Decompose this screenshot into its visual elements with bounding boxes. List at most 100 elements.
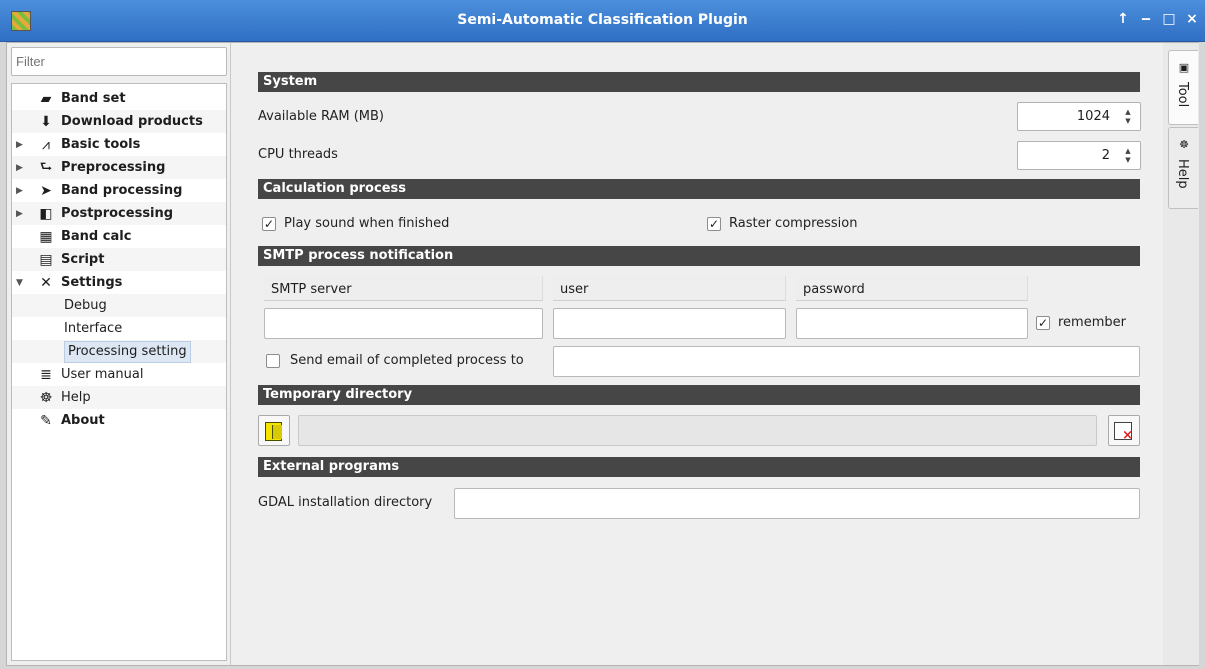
sidebar-item-label: Band set [61,90,126,106]
sidebar-item-label: Settings [61,274,123,290]
close-button[interactable]: × [1185,11,1199,27]
tool-tree: ▰ Band set ⬇ Download products ▶ ⩘ Basic tools… [11,83,227,661]
band-processing-icon: ➤ [40,182,52,199]
keep-above-button[interactable]: ↑ [1116,11,1130,27]
collapse-arrow-icon[interactable]: ▼ [16,278,26,288]
sidebar-item-script[interactable]: ▤ Script [12,248,226,271]
sidebar-item-label: Basic tools [61,136,141,152]
sidebar-item-band-calc[interactable]: ▦ Band calc [12,225,226,248]
sidebar-item-label: Band processing [61,182,183,198]
sidebar-item-about[interactable]: ✎ About [12,409,226,432]
sidebar-item-label: Postprocessing [61,205,174,221]
sidebar-item-interface[interactable]: Interface [12,317,226,340]
sidebar-item-postprocessing[interactable]: ▶ ◧ Postprocessing [12,202,226,225]
temp-dir-header: Temporary directory [258,385,1140,405]
open-directory-button[interactable] [258,415,290,446]
smtp-header: SMTP process notification [258,246,1140,266]
sidebar-item-label: Interface [64,320,123,336]
system-header: System [258,72,1140,92]
expand-arrow-icon[interactable]: ▶ [16,163,26,173]
expand-arrow-icon[interactable]: ▶ [16,186,26,196]
expand-arrow-icon[interactable]: ▶ [16,140,26,150]
sidebar-item-debug[interactable]: Debug [12,294,226,317]
sidebar-item-download-products[interactable]: ⬇ Download products [12,110,226,133]
dock-tabs: ▣ Tool ☸ Help [1163,43,1199,665]
sidebar-item-label: User manual [61,366,144,382]
sidebar-item-label: About [61,412,105,428]
cpu-label: CPU threads [258,147,338,162]
smtp-password-field[interactable] [796,308,1028,339]
reset-directory-button[interactable] [1108,415,1140,446]
ram-spinbox[interactable]: 1024 ▲ ▼ [1017,102,1141,131]
sidebar-item-label: Script [61,251,105,267]
gdal-directory-field[interactable] [454,488,1140,519]
smtp-server-label: SMTP server [264,276,543,301]
book-icon: ≣ [40,366,52,383]
gdal-label: GDAL installation directory [258,495,433,510]
remember-checkbox[interactable]: ✓ [1036,316,1050,330]
chart-icon: ⩘ [42,136,50,153]
pencil-icon: ✎ [40,412,52,429]
sidebar-item-settings[interactable]: ▼ ✕ Settings [12,271,226,294]
expand-arrow-icon[interactable]: ▶ [16,209,26,219]
sidebar-item-label: Download products [61,113,203,129]
sidebar-item-processing-setting[interactable]: Processing setting [12,340,226,363]
play-sound-checkbox[interactable]: ✓ [262,217,276,231]
tool-tab-icon: ▣ [1178,61,1190,74]
main-window: ▰ Band set ⬇ Download products ▶ ⩘ Basic tools… [6,42,1199,666]
send-email-checkbox[interactable] [266,354,280,368]
window-controls: ↑ ‒ □ × [1116,11,1199,27]
cpu-value: 2 [1101,148,1110,163]
temp-directory-path [298,415,1097,446]
sidebar-item-label: Preprocessing [61,159,166,175]
tab-tool-label: Tool [1175,82,1190,108]
calculation-header: Calculation process [258,179,1140,199]
smtp-password-label: password [796,276,1028,301]
smtp-user-field[interactable] [553,308,786,339]
maximize-button[interactable]: □ [1162,11,1176,27]
email-recipient-field[interactable] [553,346,1140,377]
raster-compression-label: Raster compression [729,216,858,231]
cpu-stepper[interactable]: ▲ ▼ [1120,145,1136,167]
script-icon: ▤ [39,251,53,268]
smtp-user-label: user [553,276,786,301]
tab-tool[interactable]: ▣ Tool [1168,50,1198,125]
wrench-icon: ✕ [40,274,52,291]
ram-stepper[interactable]: ▲ ▼ [1120,106,1136,128]
sidebar-item-basic-tools[interactable]: ▶ ⩘ Basic tools [12,133,226,156]
sidebar: ▰ Band set ⬇ Download products ▶ ⩘ Basic tools… [7,43,231,665]
sidebar-item-help[interactable]: ☸ Help [12,386,226,409]
play-sound-label: Play sound when finished [284,216,450,231]
smtp-server-field[interactable] [264,308,543,339]
cpu-spinbox[interactable]: 2 ▲ ▼ [1017,141,1141,170]
ram-value: 1024 [1076,109,1110,124]
layers-icon: ▰ [40,90,52,107]
sidebar-item-band-processing[interactable]: ▶ ➤ Band processing [12,179,226,202]
sidebar-item-user-manual[interactable]: ≣ User manual [12,363,226,386]
tab-help[interactable]: ☸ Help [1168,127,1198,209]
send-email-label: Send email of completed process to [290,353,524,368]
folder-icon [265,422,282,441]
sidebar-item-label: Debug [64,297,107,313]
settings-panel: System Available RAM (MB) 1024 ▲ ▼ CPU th… [232,43,1162,665]
minimize-button[interactable]: ‒ [1139,11,1153,27]
help-tab-icon: ☸ [1179,138,1189,151]
filter-input[interactable] [11,47,227,76]
tab-help-label: Help [1175,159,1190,189]
download-icon: ⬇ [40,113,52,130]
preprocess-icon: ⮑ [39,158,53,175]
window-title: Semi-Automatic Classification Plugin [457,12,748,28]
reset-icon [1114,422,1133,443]
remember-label: remember [1058,315,1126,330]
help-icon: ☸ [39,389,53,406]
sidebar-item-label: Processing setting [64,340,191,363]
sidebar-item-label: Help [61,389,91,405]
sidebar-item-band-set[interactable]: ▰ Band set [12,87,226,110]
sidebar-item-preprocessing[interactable]: ▶ ⮑ Preprocessing [12,156,226,179]
title-bar: Semi-Automatic Classification Plugin ↑ ‒… [0,0,1205,42]
external-programs-header: External programs [258,457,1140,477]
postprocess-icon: ◧ [39,205,53,222]
ram-label: Available RAM (MB) [258,109,385,124]
sidebar-item-label: Band calc [61,228,132,244]
raster-compression-checkbox[interactable]: ✓ [707,217,721,231]
